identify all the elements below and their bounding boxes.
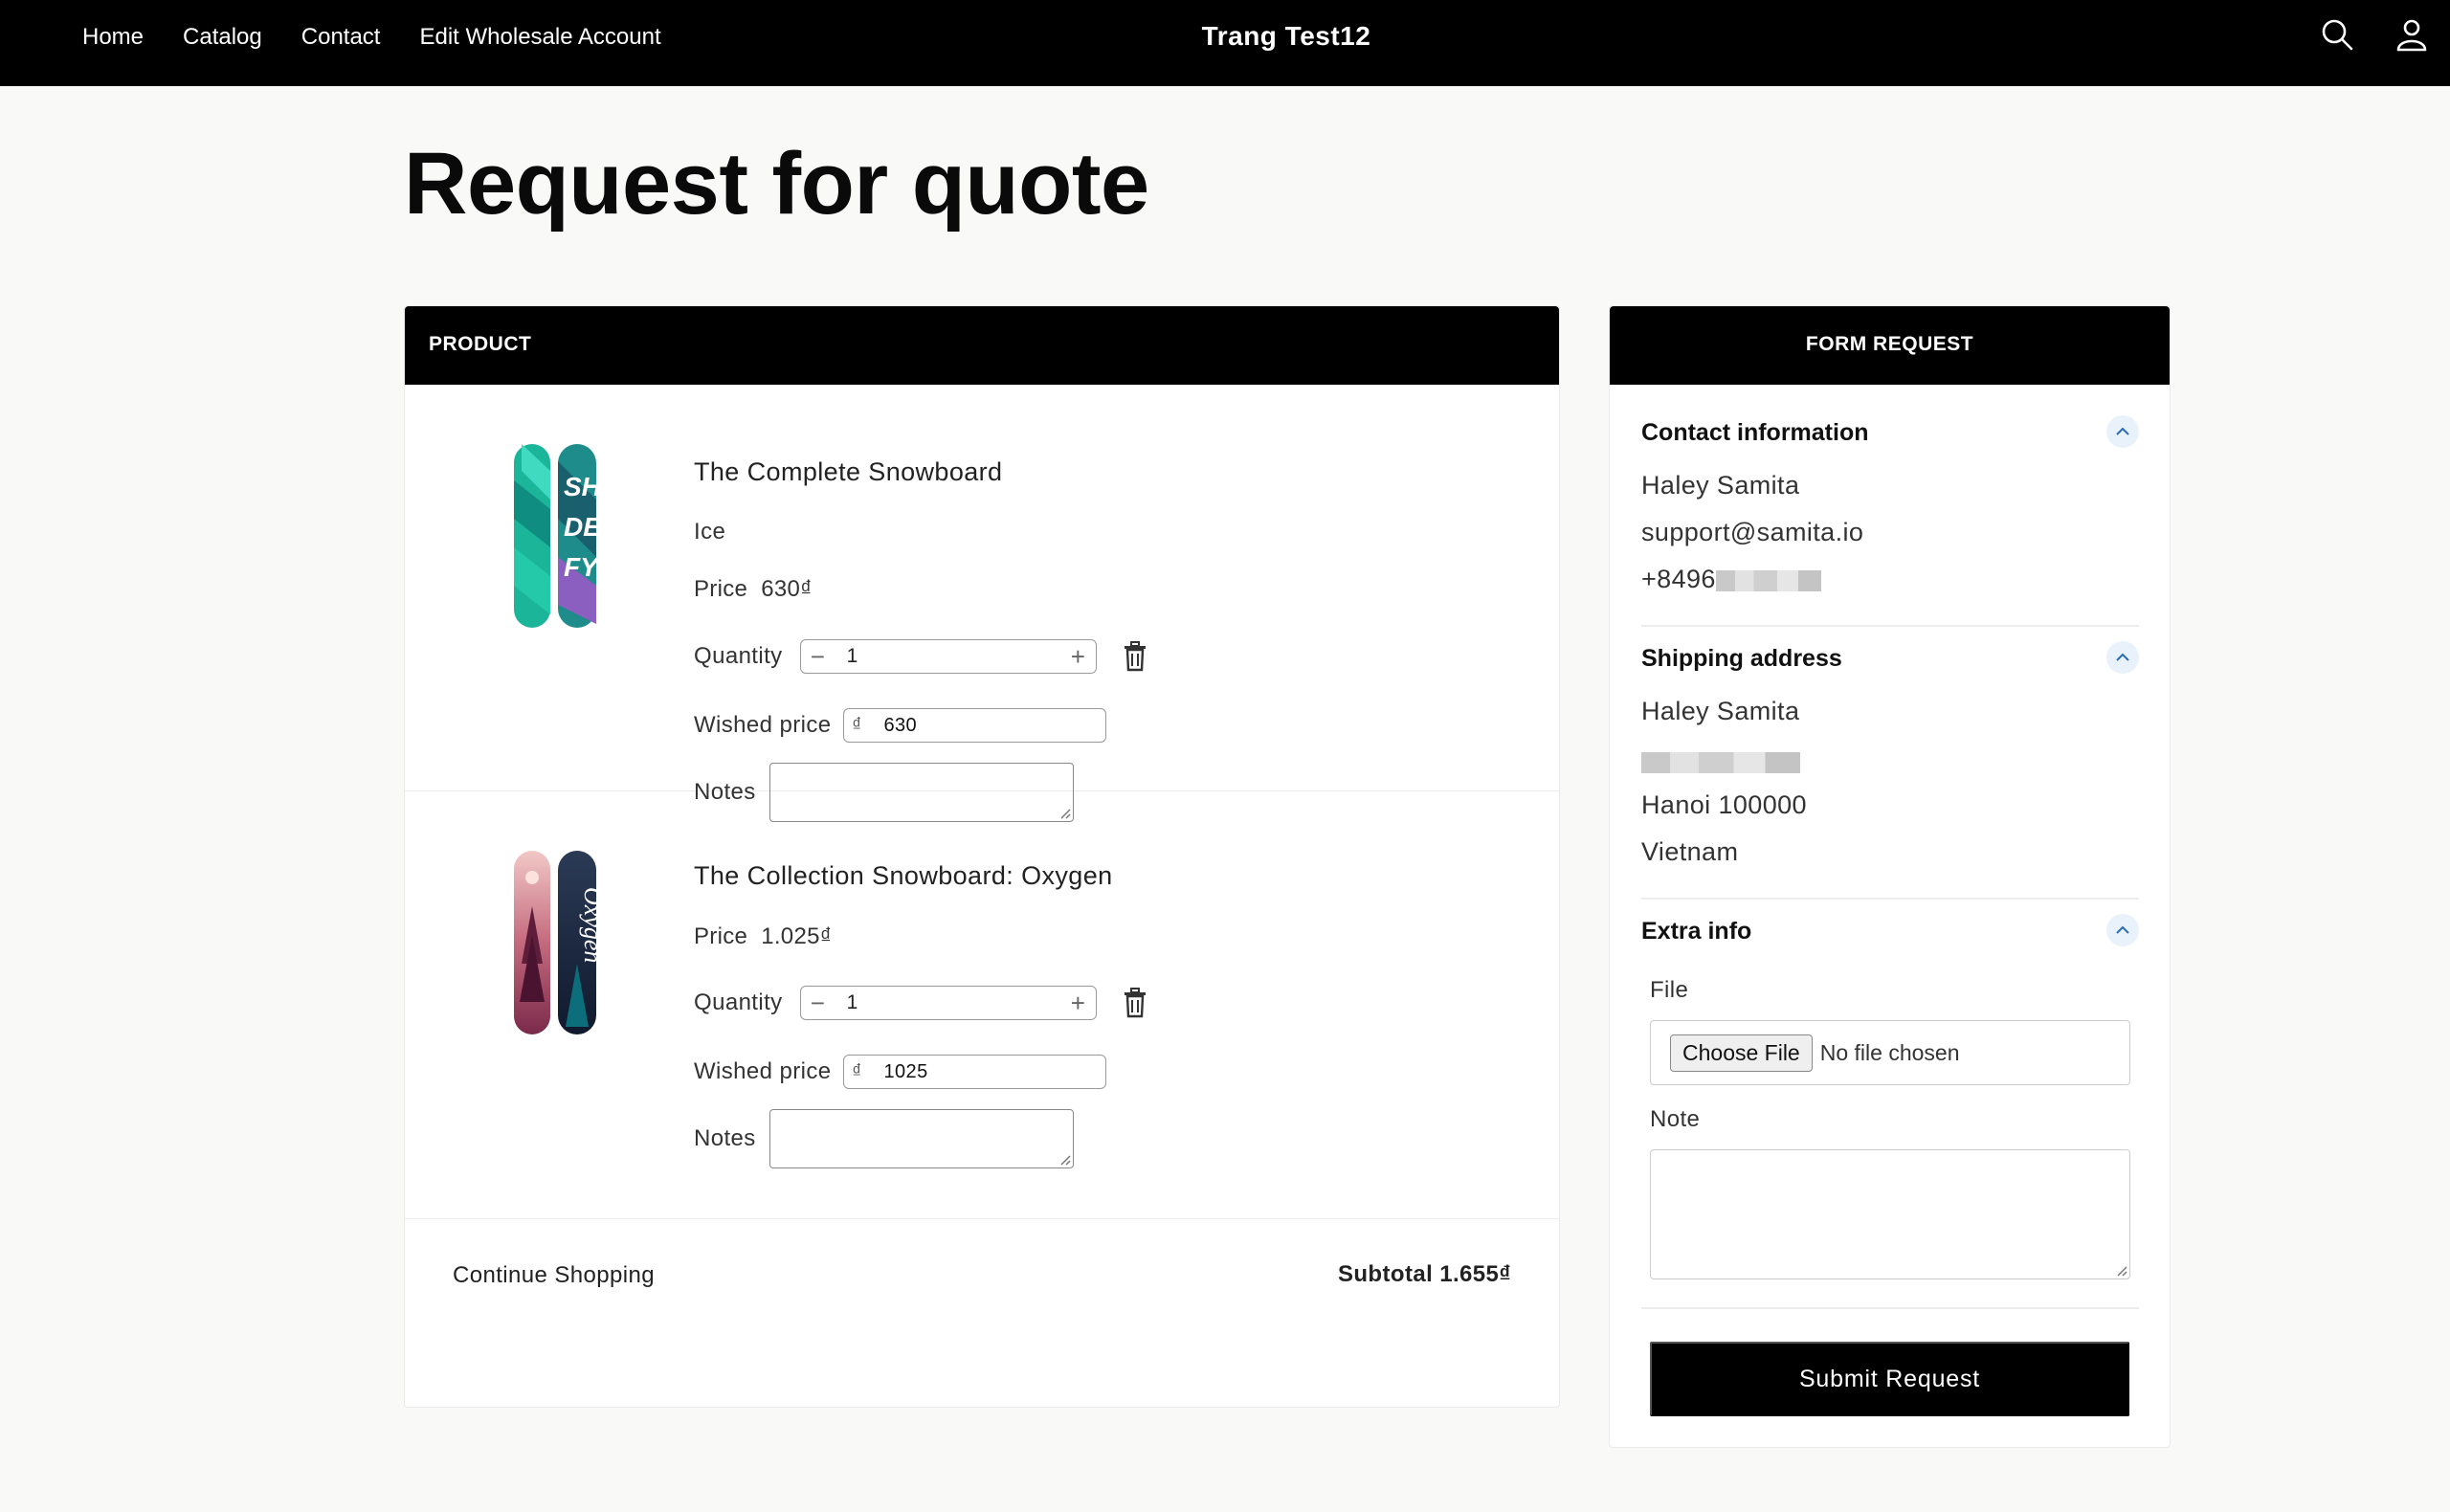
svg-text:FY: FY (564, 552, 598, 582)
section-divider (1641, 1307, 2139, 1309)
extra-info-title[interactable]: Extra info (1641, 918, 1751, 945)
wished-price-input[interactable]: ₫ 1025 (842, 1055, 1106, 1089)
increase-quantity-button[interactable]: + (1061, 640, 1096, 673)
svg-text:Oxygen: Oxygen (579, 887, 598, 963)
subtotal: Subtotal 1.655₫ (1337, 1261, 1511, 1287)
wished-price-value: 630 (883, 714, 918, 736)
product-name[interactable]: The Collection Snowboard: Oxygen (694, 861, 1113, 891)
store-brand[interactable]: Trang Test12 (1202, 21, 1371, 51)
file-input: Choose File No file chosen (1650, 1020, 2130, 1085)
chevron-up-icon[interactable] (2106, 914, 2139, 946)
price-value: 1.025₫ (761, 923, 833, 949)
resize-handle-icon[interactable] (1058, 1152, 1071, 1166)
shipping-city: Hanoi 100000 (1641, 790, 1807, 819)
contact-phone-text: +8496 (1641, 565, 1716, 593)
quantity-input[interactable]: 1 (835, 991, 1061, 1014)
product-variant: Ice (694, 519, 726, 545)
decrease-quantity-button[interactable]: − (801, 987, 835, 1019)
wished-price-value: 1025 (883, 1060, 928, 1082)
quantity-stepper: − 1 + (799, 986, 1097, 1020)
main-menu: Home Catalog Contact Edit Wholesale Acco… (82, 0, 661, 75)
price-label: Price (694, 576, 748, 602)
increase-quantity-button[interactable]: + (1061, 987, 1096, 1019)
wished-price-row: Wished price ₫ 630 (694, 708, 1106, 743)
submit-request-button[interactable]: Submit Request (1650, 1342, 2129, 1416)
nav-home[interactable]: Home (82, 24, 144, 51)
continue-shopping-link[interactable]: Continue Shopping (453, 1262, 655, 1289)
shipping-address-title[interactable]: Shipping address (1641, 645, 1842, 673)
notes-row: Notes (694, 1109, 1074, 1168)
quantity-stepper: − 1 + (799, 639, 1097, 674)
price-label: Price (694, 923, 748, 949)
currency-symbol: ₫ (852, 714, 862, 736)
wished-price-row: Wished price ₫ 1025 (694, 1055, 1106, 1089)
contact-information-title[interactable]: Contact information (1641, 419, 1869, 447)
product-table: PRODUCT SH DE FY The Complete Snowboard … (404, 305, 1560, 1408)
note-label: Note (1650, 1106, 1701, 1132)
shipping-country: Vietnam (1641, 837, 1739, 866)
note-textarea[interactable] (1650, 1149, 2130, 1279)
file-status: No file chosen (1819, 1039, 1960, 1065)
resize-handle-icon[interactable] (2114, 1263, 2127, 1277)
form-request-header: FORM REQUEST (1610, 306, 2170, 385)
product-image-collection-snowboard-oxygen[interactable]: Oxygen (512, 849, 598, 1036)
notes-textarea[interactable] (768, 1109, 1074, 1168)
contact-phone: +8496 (1641, 565, 1821, 594)
section-divider (1641, 898, 2139, 900)
trash-icon[interactable] (1122, 988, 1148, 1018)
quantity-label: Quantity (694, 643, 783, 669)
top-navigation: Home Catalog Contact Edit Wholesale Acco… (0, 0, 2450, 86)
nav-edit-wholesale-account[interactable]: Edit Wholesale Account (419, 24, 660, 51)
page-title: Request for quote (404, 135, 1149, 233)
product-table-footer: Continue Shopping Subtotal 1.655₫ (405, 1219, 1559, 1407)
chevron-up-icon[interactable] (2106, 641, 2139, 674)
svg-text:DE: DE (564, 512, 598, 542)
form-request-panel: FORM REQUEST Contact information Haley S… (1609, 305, 2171, 1448)
account-icon[interactable] (2394, 17, 2429, 52)
quantity-row: Quantity − 1 + (694, 639, 1148, 674)
nav-contact[interactable]: Contact (301, 24, 381, 51)
product-price: Price 1.025₫ (694, 923, 832, 950)
redacted-street (1641, 751, 1800, 773)
decrease-quantity-button[interactable]: − (801, 640, 835, 673)
wished-price-label: Wished price (694, 1058, 832, 1084)
product-price: Price 630₫ (694, 576, 813, 603)
choose-file-button[interactable]: Choose File (1670, 1034, 1813, 1072)
search-icon[interactable] (2320, 17, 2354, 52)
contact-email: support@samita.io (1641, 518, 1864, 546)
svg-text:SH: SH (564, 472, 598, 501)
product-table-header: PRODUCT (405, 306, 1559, 385)
file-label: File (1650, 977, 1689, 1003)
shipping-name: Haley Samita (1641, 697, 1800, 725)
product-image-complete-snowboard[interactable]: SH DE FY (512, 442, 598, 630)
cart-item: Oxygen The Collection Snowboard: Oxygen … (405, 791, 1559, 1219)
section-divider (1641, 625, 2139, 627)
currency-symbol: ₫ (852, 1060, 862, 1082)
quantity-label: Quantity (694, 989, 783, 1015)
quantity-input[interactable]: 1 (835, 645, 1061, 668)
notes-label: Notes (694, 1125, 756, 1151)
redacted-phone (1715, 569, 1821, 591)
contact-name: Haley Samita (1641, 471, 1800, 500)
price-value: 630₫ (761, 576, 813, 602)
chevron-up-icon[interactable] (2106, 415, 2139, 448)
shipping-street (1641, 746, 1800, 776)
quantity-row: Quantity − 1 + (694, 986, 1148, 1020)
cart-item: SH DE FY The Complete Snowboard Ice Pric… (405, 385, 1559, 822)
wished-price-label: Wished price (694, 712, 832, 738)
wished-price-input[interactable]: ₫ 630 (842, 708, 1106, 743)
nav-catalog[interactable]: Catalog (183, 24, 262, 51)
product-name[interactable]: The Complete Snowboard (694, 457, 1002, 487)
trash-icon[interactable] (1122, 641, 1148, 672)
